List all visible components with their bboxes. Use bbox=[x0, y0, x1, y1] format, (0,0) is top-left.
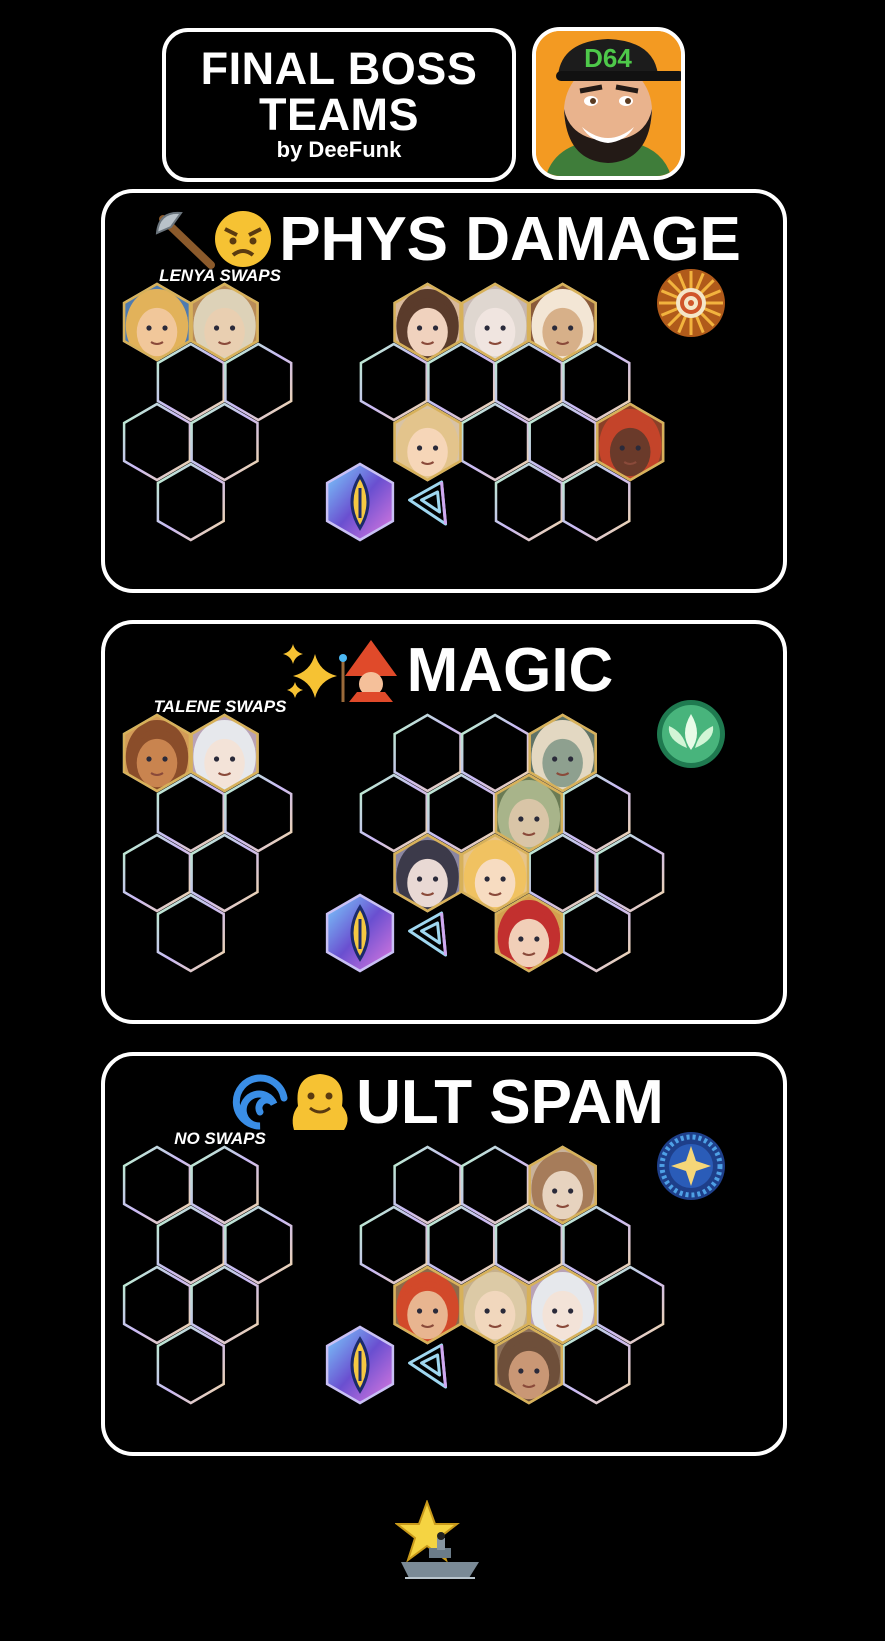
afk-logo-icon bbox=[325, 1325, 395, 1405]
team-slot[interactable] bbox=[562, 773, 631, 853]
green-leaf-artifact bbox=[657, 700, 725, 768]
blond-hero-portrait[interactable] bbox=[118, 282, 196, 363]
swap-slot[interactable] bbox=[190, 1145, 259, 1225]
team-slot[interactable] bbox=[596, 1265, 665, 1345]
team-slot[interactable] bbox=[460, 402, 530, 482]
team-slot[interactable] bbox=[562, 1205, 631, 1285]
team-slot[interactable] bbox=[427, 773, 496, 853]
team-slot[interactable] bbox=[596, 833, 665, 913]
team-slot[interactable] bbox=[359, 342, 428, 422]
team-slot[interactable] bbox=[393, 713, 462, 793]
afk-logo-icon bbox=[325, 893, 395, 973]
bear-hero-portrait[interactable] bbox=[524, 1145, 602, 1226]
star-battleship-icon bbox=[395, 1500, 485, 1590]
team-slot[interactable] bbox=[359, 1205, 428, 1285]
swap-slot[interactable] bbox=[156, 893, 225, 973]
title-card: FINAL BOSS TEAMS by DeeFunk bbox=[162, 28, 516, 182]
swap-slot[interactable] bbox=[190, 402, 259, 482]
team-panel-magic: MAGIC TALENE SWAPS bbox=[101, 620, 787, 1024]
team-slot[interactable] bbox=[393, 1145, 462, 1225]
team-slot[interactable] bbox=[562, 462, 631, 542]
afk-logo-icon bbox=[325, 462, 395, 542]
fox-hero-portrait[interactable] bbox=[118, 713, 196, 794]
swap-slot[interactable] bbox=[156, 773, 225, 853]
team-slot[interactable] bbox=[494, 1205, 564, 1285]
swap-slot[interactable] bbox=[156, 462, 225, 542]
swap-slot[interactable] bbox=[224, 342, 293, 422]
silver-hair-hero-portrait[interactable] bbox=[186, 713, 264, 794]
team-slot[interactable] bbox=[494, 462, 564, 542]
blue-flame-pet-icon bbox=[408, 480, 448, 526]
team-slot[interactable] bbox=[427, 1205, 496, 1285]
page-title: FINAL BOSS TEAMS bbox=[200, 43, 478, 140]
svg-text:D64: D64 bbox=[584, 43, 632, 73]
swap-slot[interactable] bbox=[156, 342, 225, 422]
team-slot[interactable] bbox=[562, 893, 631, 973]
swap-slot[interactable] bbox=[156, 1205, 225, 1285]
blue-star-artifact bbox=[657, 1132, 725, 1200]
team-panel-ult: ULT SPAM NO SWAPS bbox=[101, 1052, 787, 1456]
team-slot[interactable] bbox=[562, 1325, 631, 1405]
team-panel-phys: PHYS DAMAGE LENYA SWAPS bbox=[101, 189, 787, 593]
formation-grid bbox=[122, 1132, 725, 1405]
swap-slot[interactable] bbox=[122, 833, 192, 913]
swap-slot[interactable] bbox=[122, 1265, 192, 1345]
team-slot[interactable] bbox=[427, 342, 496, 422]
orange-target-artifact bbox=[657, 269, 725, 337]
beast-hero-portrait[interactable] bbox=[524, 282, 602, 363]
blue-flame-pet-icon bbox=[408, 1343, 448, 1389]
blue-flame-pet-icon bbox=[408, 911, 448, 957]
swap-slot[interactable] bbox=[122, 1145, 192, 1225]
deefunk-avatar-icon: D64 bbox=[536, 31, 681, 176]
team-slot[interactable] bbox=[460, 1145, 530, 1225]
swap-slot[interactable] bbox=[156, 1325, 225, 1405]
team-slot[interactable] bbox=[528, 833, 597, 913]
team-slot[interactable] bbox=[359, 773, 428, 853]
swap-slot[interactable] bbox=[190, 1265, 259, 1345]
formation-grid bbox=[118, 269, 725, 542]
team-slot[interactable] bbox=[494, 342, 564, 422]
avatar: D64 bbox=[532, 27, 685, 180]
formation-grid bbox=[118, 700, 725, 973]
swap-slot[interactable] bbox=[224, 773, 293, 853]
white-haired-hero-portrait[interactable] bbox=[456, 282, 534, 363]
pale-hero-portrait[interactable] bbox=[186, 282, 264, 363]
swap-slot[interactable] bbox=[224, 1205, 293, 1285]
curly-hair-hero-portrait[interactable] bbox=[389, 282, 467, 363]
team-slot[interactable] bbox=[528, 402, 597, 482]
page-subtitle: by DeeFunk bbox=[276, 137, 402, 162]
team-slot[interactable] bbox=[562, 342, 631, 422]
swap-slot[interactable] bbox=[190, 833, 259, 913]
swap-slot[interactable] bbox=[122, 402, 192, 482]
team-slot[interactable] bbox=[460, 713, 530, 793]
